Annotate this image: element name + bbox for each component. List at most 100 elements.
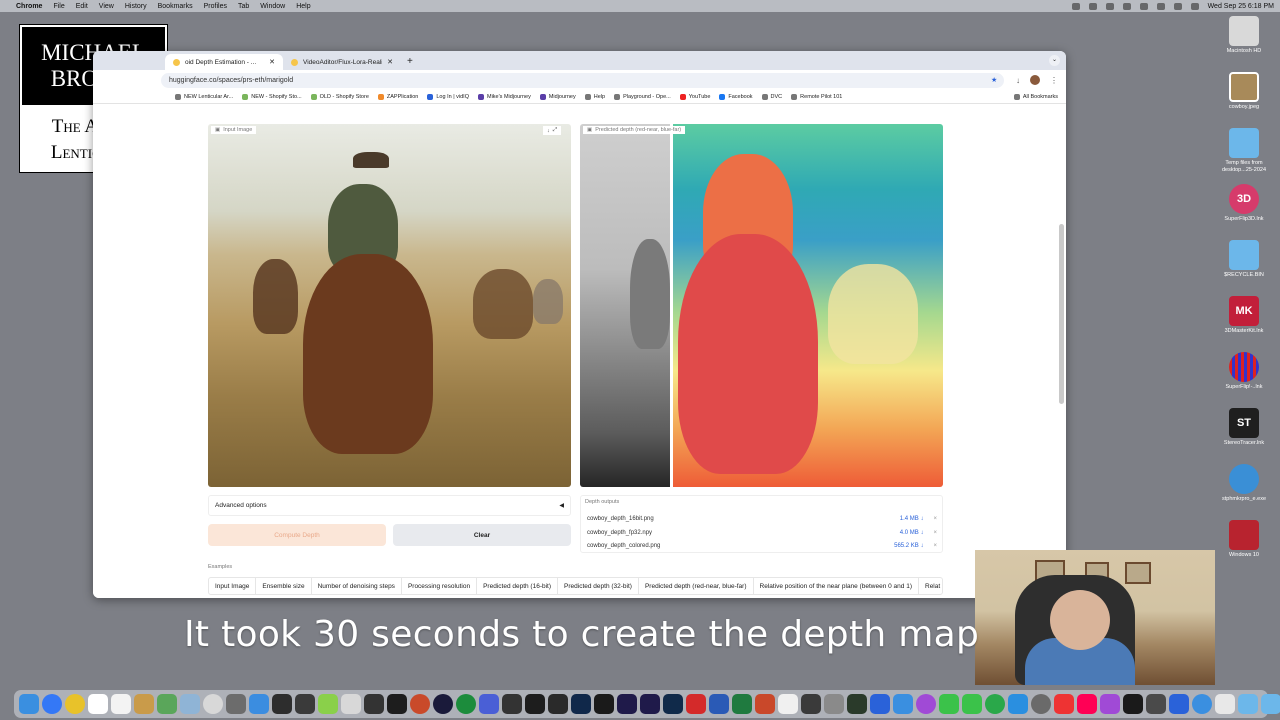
- column-header[interactable]: Predicted depth (red-near, blue-far): [639, 578, 754, 594]
- remove-icon[interactable]: ×: [933, 530, 937, 536]
- compute-depth-button[interactable]: Compute Depth: [208, 524, 386, 546]
- download-icon[interactable]: ↓: [1016, 76, 1020, 85]
- menu-help[interactable]: Help: [296, 3, 310, 10]
- download-link[interactable]: 4.0 MB ↓: [900, 530, 924, 536]
- calendar-icon[interactable]: [88, 694, 108, 714]
- bookmark-item[interactable]: Log In | vidIQ: [427, 93, 469, 100]
- remove-icon[interactable]: ×: [933, 516, 937, 522]
- downloads-folder-icon[interactable]: [1238, 694, 1258, 714]
- column-header[interactable]: Relative position of the near plane (bet…: [754, 578, 919, 594]
- maps-icon[interactable]: [157, 694, 177, 714]
- app-icon[interactable]: [1215, 694, 1235, 714]
- menu-history[interactable]: History: [125, 3, 147, 10]
- page-scrollbar[interactable]: [1059, 224, 1064, 404]
- wifi-icon[interactable]: [1156, 2, 1165, 10]
- search-icon[interactable]: [1173, 2, 1182, 10]
- remove-icon[interactable]: ×: [933, 543, 937, 549]
- app-icon[interactable]: [341, 694, 361, 714]
- menu-edit[interactable]: Edit: [76, 3, 88, 10]
- tab-search-icon[interactable]: ⌄: [1049, 55, 1060, 66]
- bridge-icon[interactable]: [594, 694, 614, 714]
- desktop-icon-cowboy[interactable]: cowboy.jpeg: [1212, 72, 1276, 111]
- app-icon[interactable]: [295, 694, 315, 714]
- acrobat-icon[interactable]: [686, 694, 706, 714]
- menu-bookmarks[interactable]: Bookmarks: [158, 3, 193, 10]
- photoshop-icon[interactable]: [571, 694, 591, 714]
- bookmark-item[interactable]: Help: [584, 93, 605, 100]
- bookmark-item[interactable]: YouTube: [679, 93, 710, 100]
- new-tab-button[interactable]: +: [401, 56, 419, 70]
- menu-clock[interactable]: Wed Sep 25 6:18 PM: [1208, 3, 1274, 10]
- photos-icon[interactable]: [203, 694, 223, 714]
- url-field[interactable]: huggingface.co/spaces/prs-eth/marigold: [161, 72, 1004, 88]
- clear-button[interactable]: Clear: [393, 524, 571, 546]
- app-icon[interactable]: [456, 694, 476, 714]
- bookmark-item[interactable]: DVC: [761, 93, 782, 100]
- zoom-icon[interactable]: [893, 694, 913, 714]
- bookmark-star-icon[interactable]: ★: [991, 76, 997, 84]
- bookmark-item[interactable]: OLD - Shopify Store: [310, 93, 369, 100]
- desktop-icon-3dmasterkit[interactable]: MK 3DMasterKit.lnk: [1212, 296, 1276, 335]
- app-icon[interactable]: [134, 694, 154, 714]
- close-tab-icon[interactable]: ✕: [269, 58, 275, 66]
- desktop-icon-superflip[interactable]: SuperFlip!-..lnk: [1212, 352, 1276, 391]
- status-icon[interactable]: [1139, 2, 1148, 10]
- desktop-icon-windows10[interactable]: Windows 10: [1212, 520, 1276, 559]
- preview-icon[interactable]: [180, 694, 200, 714]
- download-link[interactable]: 565.2 KB ↓: [894, 543, 923, 549]
- status-icon[interactable]: [1122, 2, 1131, 10]
- app-icon[interactable]: [433, 694, 453, 714]
- calculator-icon[interactable]: [824, 694, 844, 714]
- all-bookmarks-button[interactable]: All Bookmarks: [1013, 93, 1058, 100]
- app-icon[interactable]: [226, 694, 246, 714]
- app-icon[interactable]: [387, 694, 407, 714]
- column-header[interactable]: Relat: [919, 578, 942, 594]
- word-icon[interactable]: [709, 694, 729, 714]
- close-tab-icon[interactable]: ✕: [387, 58, 393, 66]
- input-image[interactable]: [208, 124, 571, 487]
- bookmark-item[interactable]: Playground - Ope...: [614, 93, 671, 100]
- premiere-icon[interactable]: [640, 694, 660, 714]
- app-icon[interactable]: [1146, 694, 1166, 714]
- powerpoint-icon[interactable]: [755, 694, 775, 714]
- menu-view[interactable]: View: [99, 3, 114, 10]
- settings-icon[interactable]: [1031, 694, 1051, 714]
- messages-icon[interactable]: [962, 694, 982, 714]
- column-header[interactable]: Number of denoising steps: [312, 578, 402, 594]
- tv-icon[interactable]: [1123, 694, 1143, 714]
- bookmark-item[interactable]: Facebook: [719, 93, 753, 100]
- advanced-options-accordion[interactable]: Advanced options ◀: [208, 495, 571, 516]
- column-header[interactable]: Predicted depth (16-bit): [477, 578, 559, 594]
- menu-file[interactable]: File: [53, 3, 64, 10]
- finder-icon[interactable]: [19, 694, 39, 714]
- download-icon[interactable]: ↓: [547, 128, 550, 134]
- share-icon[interactable]: ⤢: [553, 127, 557, 134]
- menu-window[interactable]: Window: [260, 3, 285, 10]
- news-icon[interactable]: [1054, 694, 1074, 714]
- lightroom-icon[interactable]: [663, 694, 683, 714]
- app-icon[interactable]: [778, 694, 798, 714]
- column-header[interactable]: Predicted depth (32-bit): [558, 578, 639, 594]
- depth-output-image[interactable]: [580, 124, 943, 487]
- app-icon[interactable]: [1192, 694, 1212, 714]
- column-header[interactable]: Processing resolution: [402, 578, 478, 594]
- after-effects-icon[interactable]: [617, 694, 637, 714]
- safari-icon[interactable]: [42, 694, 62, 714]
- status-icon[interactable]: [1071, 2, 1080, 10]
- more-menu-icon[interactable]: ⋮: [1050, 76, 1058, 85]
- app-icon[interactable]: [502, 694, 522, 714]
- desktop-icon-superflip3d[interactable]: 3D SuperFlip3D.lnk: [1212, 184, 1276, 223]
- bookmark-item[interactable]: NEW - Shopify Sto...: [242, 93, 302, 100]
- control-center-icon[interactable]: [1190, 2, 1199, 10]
- bookmark-item[interactable]: Mike's Midjourney: [478, 93, 531, 100]
- status-icon[interactable]: [1105, 2, 1114, 10]
- app-icon[interactable]: [525, 694, 545, 714]
- app-icon[interactable]: [870, 694, 890, 714]
- app-icon[interactable]: [548, 694, 568, 714]
- column-header[interactable]: Ensemble size: [256, 578, 312, 594]
- notes-icon[interactable]: [111, 694, 131, 714]
- app-icon[interactable]: [410, 694, 430, 714]
- menu-tab[interactable]: Tab: [238, 3, 249, 10]
- app-icon[interactable]: [801, 694, 821, 714]
- desktop-icon-stphmkrpro[interactable]: stphmkrpro_e.exe: [1212, 464, 1276, 503]
